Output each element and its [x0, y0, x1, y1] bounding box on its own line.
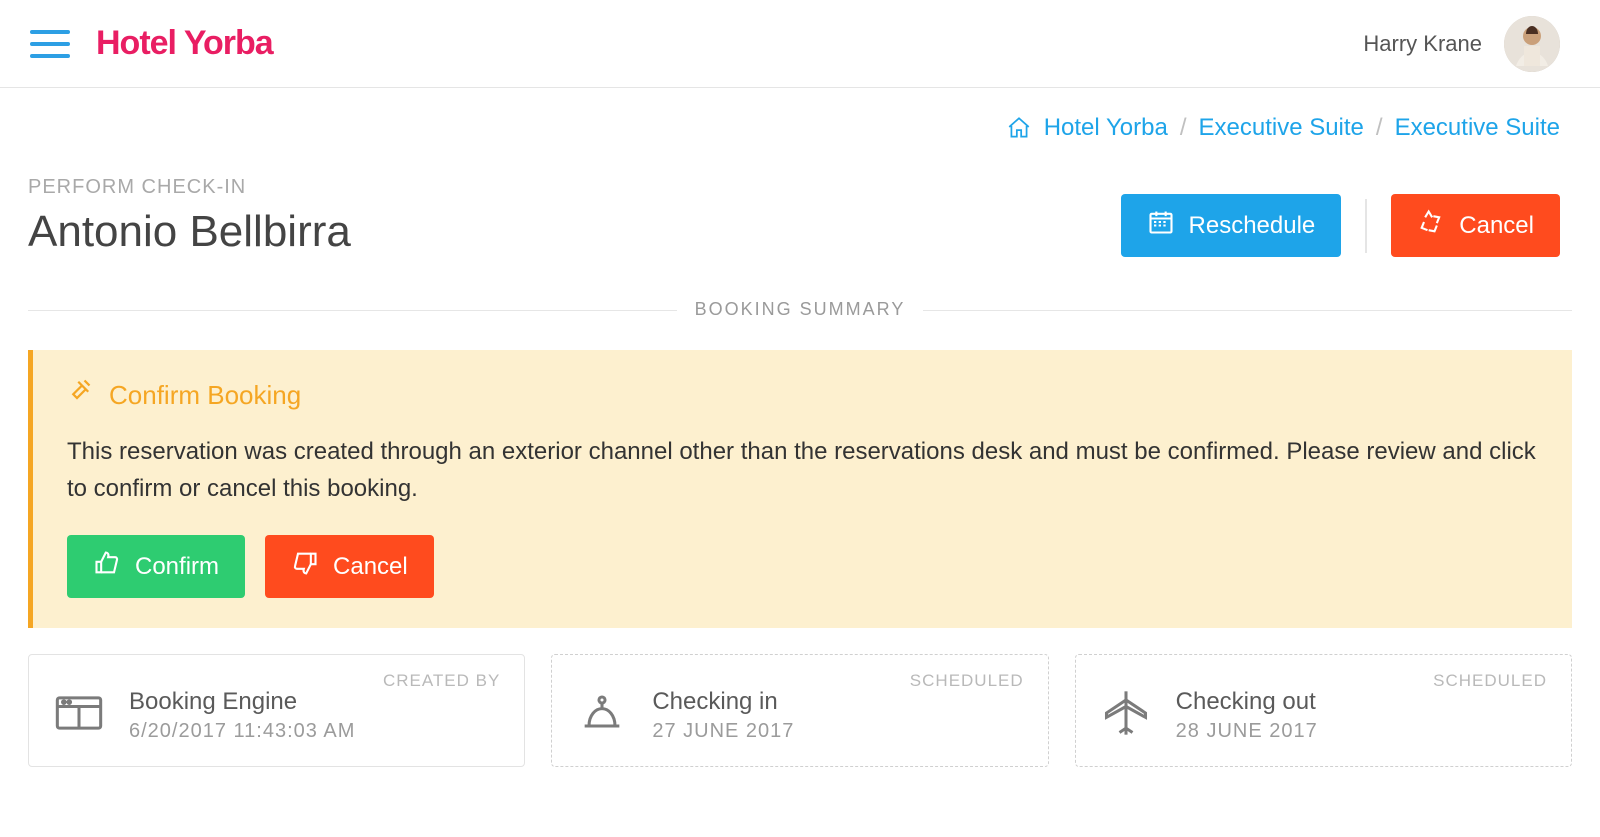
cancel-label: Cancel [1459, 212, 1534, 240]
topbar-left: Hotel Yorba [30, 24, 273, 63]
section-divider: BOOKING SUMMARY [28, 299, 1572, 320]
card-tag: CREATED BY [383, 671, 500, 691]
brand-logo[interactable]: Hotel Yorba [96, 24, 273, 63]
card-sub: 27 JUNE 2017 [652, 720, 794, 743]
card-sub: 28 JUNE 2017 [1176, 720, 1318, 743]
home-icon [1006, 115, 1032, 141]
action-divider [1365, 199, 1367, 253]
reschedule-label: Reschedule [1189, 212, 1316, 240]
gavel-icon [67, 378, 97, 413]
breadcrumb: Hotel Yorba / Executive Suite / Executiv… [0, 88, 1600, 142]
card-tag: SCHEDULED [1433, 671, 1547, 691]
section-label: BOOKING SUMMARY [677, 299, 924, 319]
checkin-card: SCHEDULED Checking in 27 JUNE 2017 [551, 654, 1048, 767]
guest-name: Antonio Bellbirra [28, 207, 351, 257]
current-user-name: Harry Krane [1363, 31, 1482, 57]
alert-title: Confirm Booking [109, 380, 301, 411]
recycle-icon [1417, 208, 1445, 243]
menu-icon[interactable] [30, 30, 70, 58]
alert-cancel-button[interactable]: Cancel [265, 535, 434, 598]
reschedule-button[interactable]: Reschedule [1121, 194, 1342, 257]
title-block: PERFORM CHECK-IN Antonio Bellbirra [28, 176, 351, 257]
confirm-booking-alert: Confirm Booking This reservation was cre… [28, 350, 1572, 628]
breadcrumb-home[interactable]: Hotel Yorba [1044, 114, 1168, 142]
topbar-right: Harry Krane [1363, 16, 1560, 72]
card-title: Checking in [652, 688, 794, 716]
window-icon [53, 687, 105, 744]
cancel-booking-button[interactable]: Cancel [1391, 194, 1560, 257]
breadcrumb-separator: / [1376, 114, 1383, 142]
confirm-button[interactable]: Confirm [67, 535, 245, 598]
title-actions: Reschedule Cancel [1121, 194, 1560, 257]
thumbs-down-icon [291, 549, 319, 584]
title-row: PERFORM CHECK-IN Antonio Bellbirra Resch… [0, 142, 1600, 267]
bell-icon [576, 687, 628, 744]
alert-body: This reservation was created through an … [67, 433, 1538, 507]
card-sub: 6/20/2017 11:43:03 AM [129, 720, 355, 743]
alert-head: Confirm Booking [67, 378, 1538, 413]
thumbs-up-icon [93, 549, 121, 584]
airplane-icon [1100, 687, 1152, 744]
created-by-card: CREATED BY Booking Engine 6/20/2017 11:4… [28, 654, 525, 767]
alert-cancel-label: Cancel [333, 553, 408, 581]
card-tag: SCHEDULED [910, 671, 1024, 691]
confirm-label: Confirm [135, 553, 219, 581]
calendar-icon [1147, 208, 1175, 243]
alert-actions: Confirm Cancel [67, 535, 1538, 598]
breadcrumb-mid[interactable]: Executive Suite [1198, 114, 1363, 142]
avatar[interactable] [1504, 16, 1560, 72]
summary-cards: CREATED BY Booking Engine 6/20/2017 11:4… [0, 654, 1600, 797]
breadcrumb-last[interactable]: Executive Suite [1395, 114, 1560, 142]
page-kicker: PERFORM CHECK-IN [28, 176, 351, 199]
topbar: Hotel Yorba Harry Krane [0, 0, 1600, 88]
checkout-card: SCHEDULED Checking out 28 JUNE 2017 [1075, 654, 1572, 767]
breadcrumb-separator: / [1180, 114, 1187, 142]
card-title: Checking out [1176, 688, 1318, 716]
card-title: Booking Engine [129, 688, 355, 716]
